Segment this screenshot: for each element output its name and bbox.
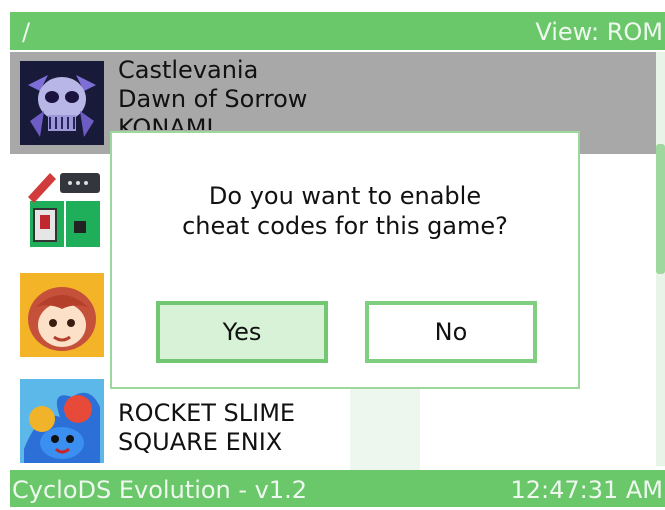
game-subtitle: Dawn of Sorrow: [118, 85, 308, 113]
slime-icon: [20, 379, 104, 463]
cheat-codes-dialog: Do you want to enable cheat codes for th…: [110, 131, 580, 389]
yes-button[interactable]: Yes: [156, 301, 328, 363]
skull-icon: [20, 61, 104, 145]
dialog-message-line-2: cheat codes for this game?: [182, 212, 508, 240]
game-publisher: KONAMI: [118, 114, 214, 130]
scrollbar-thumb[interactable]: [656, 144, 665, 274]
scrollbar[interactable]: [656, 52, 665, 466]
current-path: /: [22, 18, 31, 46]
no-button[interactable]: No: [365, 301, 537, 363]
screen: / View: ROM Castlevania Dawn of Sorrow K…: [0, 0, 665, 507]
view-mode-button[interactable]: View: ROM: [535, 12, 663, 52]
dialog-message: Do you want to enable cheat codes for th…: [112, 181, 578, 241]
game-title: Castlevania: [118, 56, 259, 84]
cooking-girl-icon: [20, 273, 104, 357]
tools-icon: [20, 167, 104, 251]
game-publisher: SQUARE ENIX: [118, 428, 283, 456]
game-info: Castlevania Dawn of Sorrow KONAMI: [118, 56, 307, 130]
header-bar: / View: ROM: [10, 12, 665, 50]
dialog-message-line-1: Do you want to enable: [208, 182, 482, 210]
clock: 12:47:31 AM: [510, 476, 663, 504]
status-bar: CycloDS Evolution - v1.2 12:47:31 AM: [10, 470, 665, 507]
version-label: CycloDS Evolution - v1.2: [12, 476, 308, 504]
